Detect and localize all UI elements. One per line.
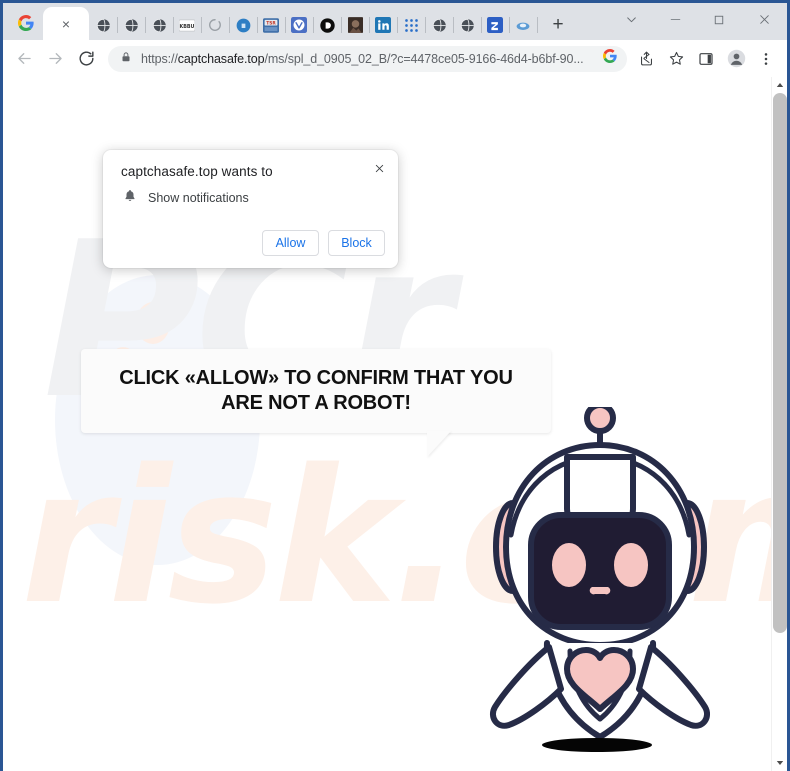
globe-icon <box>124 18 139 33</box>
dialog-permission-label: Show notifications <box>148 191 249 205</box>
lock-icon[interactable] <box>120 50 132 68</box>
back-button[interactable] <box>9 43 40 74</box>
page-content: PCr risk.com CLICK «ALLOW» TO CONFIRM TH… <box>3 77 787 771</box>
blue-circle-icon <box>236 18 251 33</box>
pinned-tab-tsr[interactable]: TSR <box>257 10 286 40</box>
tab-strip: × KBBU TSR + <box>3 3 787 40</box>
pinned-tab-dark-circle[interactable] <box>313 10 342 40</box>
address-bar-text[interactable]: https://captchasafe.top/ms/spl_d_0905_02… <box>141 52 584 66</box>
tab-close-icon[interactable]: × <box>62 17 70 31</box>
scroll-up-arrow-icon[interactable] <box>772 77 787 93</box>
share-icon[interactable] <box>631 44 661 74</box>
address-bar-domain: captchasafe.top <box>177 51 265 66</box>
bell-icon <box>123 188 137 208</box>
tsr-badge-icon: TSR <box>263 17 279 33</box>
speech-bubble-text: CLICK «ALLOW» TO CONFIRM THAT YOU ARE NO… <box>119 367 513 414</box>
pinned-tab-kbbu[interactable]: KBBU <box>173 10 202 40</box>
notification-permission-dialog: captchasafe.top wants to Show notificati… <box>103 150 398 268</box>
browser-toolbar: https://captchasafe.top/ms/spl_d_0905_02… <box>3 40 787 77</box>
page-scrollbar[interactable] <box>771 77 787 771</box>
cloud-icon <box>515 19 531 32</box>
pinned-tab-cloud[interactable] <box>509 10 538 40</box>
blue-grid-icon <box>404 18 419 33</box>
pinned-tab-globe-1[interactable] <box>89 10 118 40</box>
new-tab-button[interactable]: + <box>543 10 573 40</box>
bookmark-star-icon[interactable] <box>661 44 691 74</box>
watermark-dot-1 <box>136 302 170 344</box>
google-icon <box>18 14 34 36</box>
maximize-button[interactable] <box>697 3 741 36</box>
linkedin-icon <box>375 17 391 33</box>
address-bar-path: /ms/spl_d_0905_02_B/?c=4478ce05-9166-46d… <box>264 51 584 66</box>
block-button[interactable]: Block <box>328 230 385 256</box>
spinner-icon <box>208 18 222 32</box>
v-shield-icon <box>291 17 307 33</box>
pinned-tab-globe-2[interactable] <box>117 10 146 40</box>
dialog-title: captchasafe.top wants to <box>121 164 273 179</box>
pinned-tab-globe-3[interactable] <box>145 10 174 40</box>
tab-search-button[interactable] <box>609 3 653 36</box>
scroll-down-arrow-icon[interactable] <box>772 755 787 771</box>
svg-text:TSR: TSR <box>266 20 276 26</box>
svg-text:KBBU: KBBU <box>180 23 195 29</box>
pinned-tab-grid[interactable] <box>397 10 426 40</box>
pinned-tab-globe-5[interactable] <box>453 10 482 40</box>
pinned-tab-blue-circle[interactable] <box>229 10 258 40</box>
forward-button[interactable] <box>40 43 71 74</box>
pinned-tab-vivaldi[interactable] <box>285 10 314 40</box>
address-bar[interactable]: https://captchasafe.top/ms/spl_d_0905_02… <box>108 45 627 72</box>
pinned-tab-globe-4[interactable] <box>425 10 454 40</box>
dialog-actions: Allow Block <box>262 230 385 256</box>
globe-icon <box>460 18 475 33</box>
reload-button[interactable] <box>71 43 102 74</box>
robot-mascot <box>485 407 715 752</box>
speech-bubble: CLICK «ALLOW» TO CONFIRM THAT YOU ARE NO… <box>81 349 551 433</box>
browser-window: × KBBU TSR + https://captchasafe.top/ms/… <box>0 0 790 771</box>
minimize-button[interactable] <box>653 3 697 36</box>
google-lens-icon[interactable] <box>595 49 617 68</box>
close-button[interactable] <box>741 3 787 36</box>
pinned-tab-square-blue[interactable] <box>481 10 510 40</box>
black-circle-icon <box>319 17 335 33</box>
dialog-close-icon[interactable] <box>368 157 390 179</box>
allow-button[interactable]: Allow <box>262 230 319 256</box>
tab-google[interactable] <box>9 10 43 40</box>
globe-icon <box>432 18 447 33</box>
text-badge-icon: KBBU <box>179 19 195 32</box>
globe-icon <box>96 18 111 33</box>
more-menu-icon[interactable] <box>751 44 781 74</box>
profile-avatar-icon[interactable] <box>721 44 751 74</box>
blue-square-icon <box>487 17 503 33</box>
photo-icon <box>347 17 363 33</box>
dialog-permission-row: Show notifications <box>121 188 382 208</box>
side-panel-icon[interactable] <box>691 44 721 74</box>
globe-icon <box>152 18 167 33</box>
window-controls <box>609 3 787 36</box>
speech-bubble-tail <box>427 431 451 457</box>
pinned-tab-linkedin[interactable] <box>369 10 398 40</box>
scrollbar-thumb[interactable] <box>773 93 787 633</box>
pinned-tab-photo[interactable] <box>341 10 370 40</box>
pinned-tab-spinner[interactable] <box>201 10 230 40</box>
tab-active[interactable]: × <box>43 7 89 40</box>
